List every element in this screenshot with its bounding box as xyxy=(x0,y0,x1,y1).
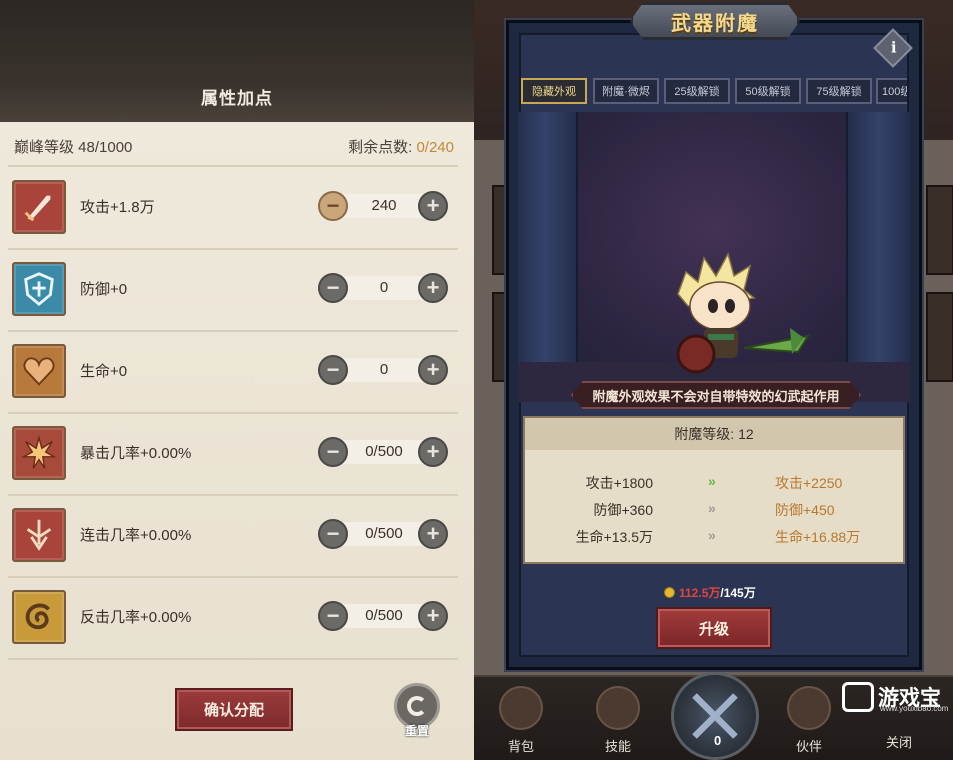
nav-skills-label: 技能 xyxy=(604,739,631,754)
attribute-row-combo: 连击几率+0.00% 0/500 − + xyxy=(0,495,474,577)
divider xyxy=(8,658,458,660)
double-arrow-icon: » xyxy=(708,500,716,516)
attribute-panel: 属性加点 巅峰等级 48/1000 剩余点数: 0/240 攻击+1.8万 24… xyxy=(0,0,474,760)
attribute-label: 攻击+1.8万 xyxy=(80,199,155,216)
attribute-label: 防御+0 xyxy=(80,281,128,298)
enchant-tabs: 隐藏外观 附魔·微烬 25级解锁 50级解锁 75级解锁 100级 xyxy=(521,78,907,104)
cost-owned: 112.5万 xyxy=(679,586,721,600)
attribute-label: 连击几率+0.00% xyxy=(80,527,192,544)
attribute-row-crit: 暴击几率+0.00% 0/500 − + xyxy=(0,413,474,495)
peak-level: 巅峰等级 48/1000 xyxy=(14,139,133,156)
tab-unlock-25[interactable]: 25级解锁 xyxy=(664,78,730,104)
nav-partner-label: 伙伴 xyxy=(795,739,822,754)
upgrade-button[interactable]: 升级 xyxy=(656,607,772,649)
gold-coin-icon xyxy=(664,587,675,598)
triple-strike-icon xyxy=(12,508,66,562)
pillar-left xyxy=(518,112,578,402)
tab-hide-appearance[interactable]: 隐藏外观 xyxy=(521,78,587,104)
stat-current: 防御+360 xyxy=(593,502,653,518)
stat-row-attack: 攻击+1800 » 攻击+2250 xyxy=(525,470,903,494)
remaining-points-value: 0/240 xyxy=(416,139,454,156)
dialog-title: 武器附魔 xyxy=(671,12,759,35)
decrease-button[interactable]: − xyxy=(318,519,348,549)
partner-icon xyxy=(787,686,831,730)
heart-icon xyxy=(12,344,66,398)
increase-button[interactable]: + xyxy=(418,601,448,631)
decrease-button[interactable]: − xyxy=(318,355,348,385)
nav-bag-label: 背包 xyxy=(507,739,534,754)
stat-next: 攻击+2250 xyxy=(775,475,843,491)
tab-unlock-75[interactable]: 75级解锁 xyxy=(806,78,872,104)
bag-icon xyxy=(499,686,543,730)
nav-weapon-center[interactable]: 0 xyxy=(671,672,759,760)
upgrade-cost: 112.5万/145万 xyxy=(664,584,756,601)
sword-icon xyxy=(12,180,66,234)
nav-partner[interactable]: 伙伴 xyxy=(779,686,839,756)
hero-preview-scene xyxy=(518,112,910,402)
stat-current: 生命+13.5万 xyxy=(575,529,653,545)
cost-required: /145万 xyxy=(720,586,756,600)
reset-label: 重置 xyxy=(404,724,429,738)
increase-button[interactable]: + xyxy=(418,273,448,303)
attribute-row-counter: 反击几率+0.00% 0/500 − + xyxy=(0,577,474,659)
remaining-points: 剩余点数: 0/240 xyxy=(348,136,454,157)
stat-row-hp: 生命+13.5万 » 生命+16.88万 xyxy=(525,524,903,548)
gamepad-icon xyxy=(842,682,874,712)
tab-enchant-ember[interactable]: 附魔·微烬 xyxy=(593,78,659,104)
background-card xyxy=(926,292,953,382)
attribute-label: 反击几率+0.00% xyxy=(80,609,192,626)
reset-icon xyxy=(407,696,427,716)
shield-icon xyxy=(12,262,66,316)
nav-skills[interactable]: 技能 xyxy=(588,686,648,756)
enchant-level: 附魔等级: 12 xyxy=(525,418,903,450)
background-card xyxy=(926,185,953,275)
confirm-allocation-button[interactable]: 确认分配 xyxy=(175,688,293,731)
increase-button[interactable]: + xyxy=(418,519,448,549)
stat-next: 防御+450 xyxy=(775,502,835,518)
attribute-label: 暴击几率+0.00% xyxy=(80,445,192,462)
nav-center-count: 0 xyxy=(714,733,722,748)
decrease-button[interactable]: − xyxy=(318,273,348,303)
hero-character-image xyxy=(676,252,811,374)
decrease-button[interactable]: − xyxy=(318,437,348,467)
burst-icon xyxy=(12,426,66,480)
tab-unlock-100[interactable]: 100级 xyxy=(876,78,907,104)
increase-button[interactable]: + xyxy=(418,355,448,385)
attribute-row-hp: 生命+0 0 − + xyxy=(0,331,474,413)
enchant-note-banner: 附魔外观效果不会对自带特效的幻武起作用 xyxy=(571,381,861,409)
panel-title: 属性加点 xyxy=(201,89,273,108)
enchant-stats-panel: 附魔等级: 12 攻击+1800 » 攻击+2250 防御+360 » 防御+4… xyxy=(523,416,905,564)
double-arrow-icon: » xyxy=(708,527,716,543)
increase-button[interactable]: + xyxy=(418,437,448,467)
decrease-button[interactable]: − xyxy=(318,601,348,631)
dialog-title-banner: 武器附魔 xyxy=(630,2,800,40)
info-icon: i xyxy=(890,38,897,57)
scroll-icon xyxy=(596,686,640,730)
nav-close[interactable]: 关闭 xyxy=(886,732,912,751)
stat-next: 生命+16.88万 xyxy=(775,529,861,545)
stat-current: 攻击+1800 xyxy=(585,475,653,491)
increase-button[interactable]: + xyxy=(418,191,448,221)
nav-bag[interactable]: 背包 xyxy=(491,686,551,756)
attribute-row-attack: 攻击+1.8万 240 − + xyxy=(0,167,474,249)
attribute-label: 生命+0 xyxy=(80,363,128,380)
decrease-button[interactable]: − xyxy=(318,191,348,221)
pillar-right xyxy=(846,112,910,402)
counter-swirl-icon xyxy=(12,590,66,644)
watermark-url: www.youxibao.com xyxy=(880,704,949,713)
double-arrow-icon: » xyxy=(708,473,716,489)
tab-unlock-50[interactable]: 50级解锁 xyxy=(735,78,801,104)
attribute-row-defense: 防御+0 0 − + xyxy=(0,249,474,331)
remaining-points-label: 剩余点数: xyxy=(348,139,413,156)
stat-row-defense: 防御+360 » 防御+450 xyxy=(525,497,903,521)
